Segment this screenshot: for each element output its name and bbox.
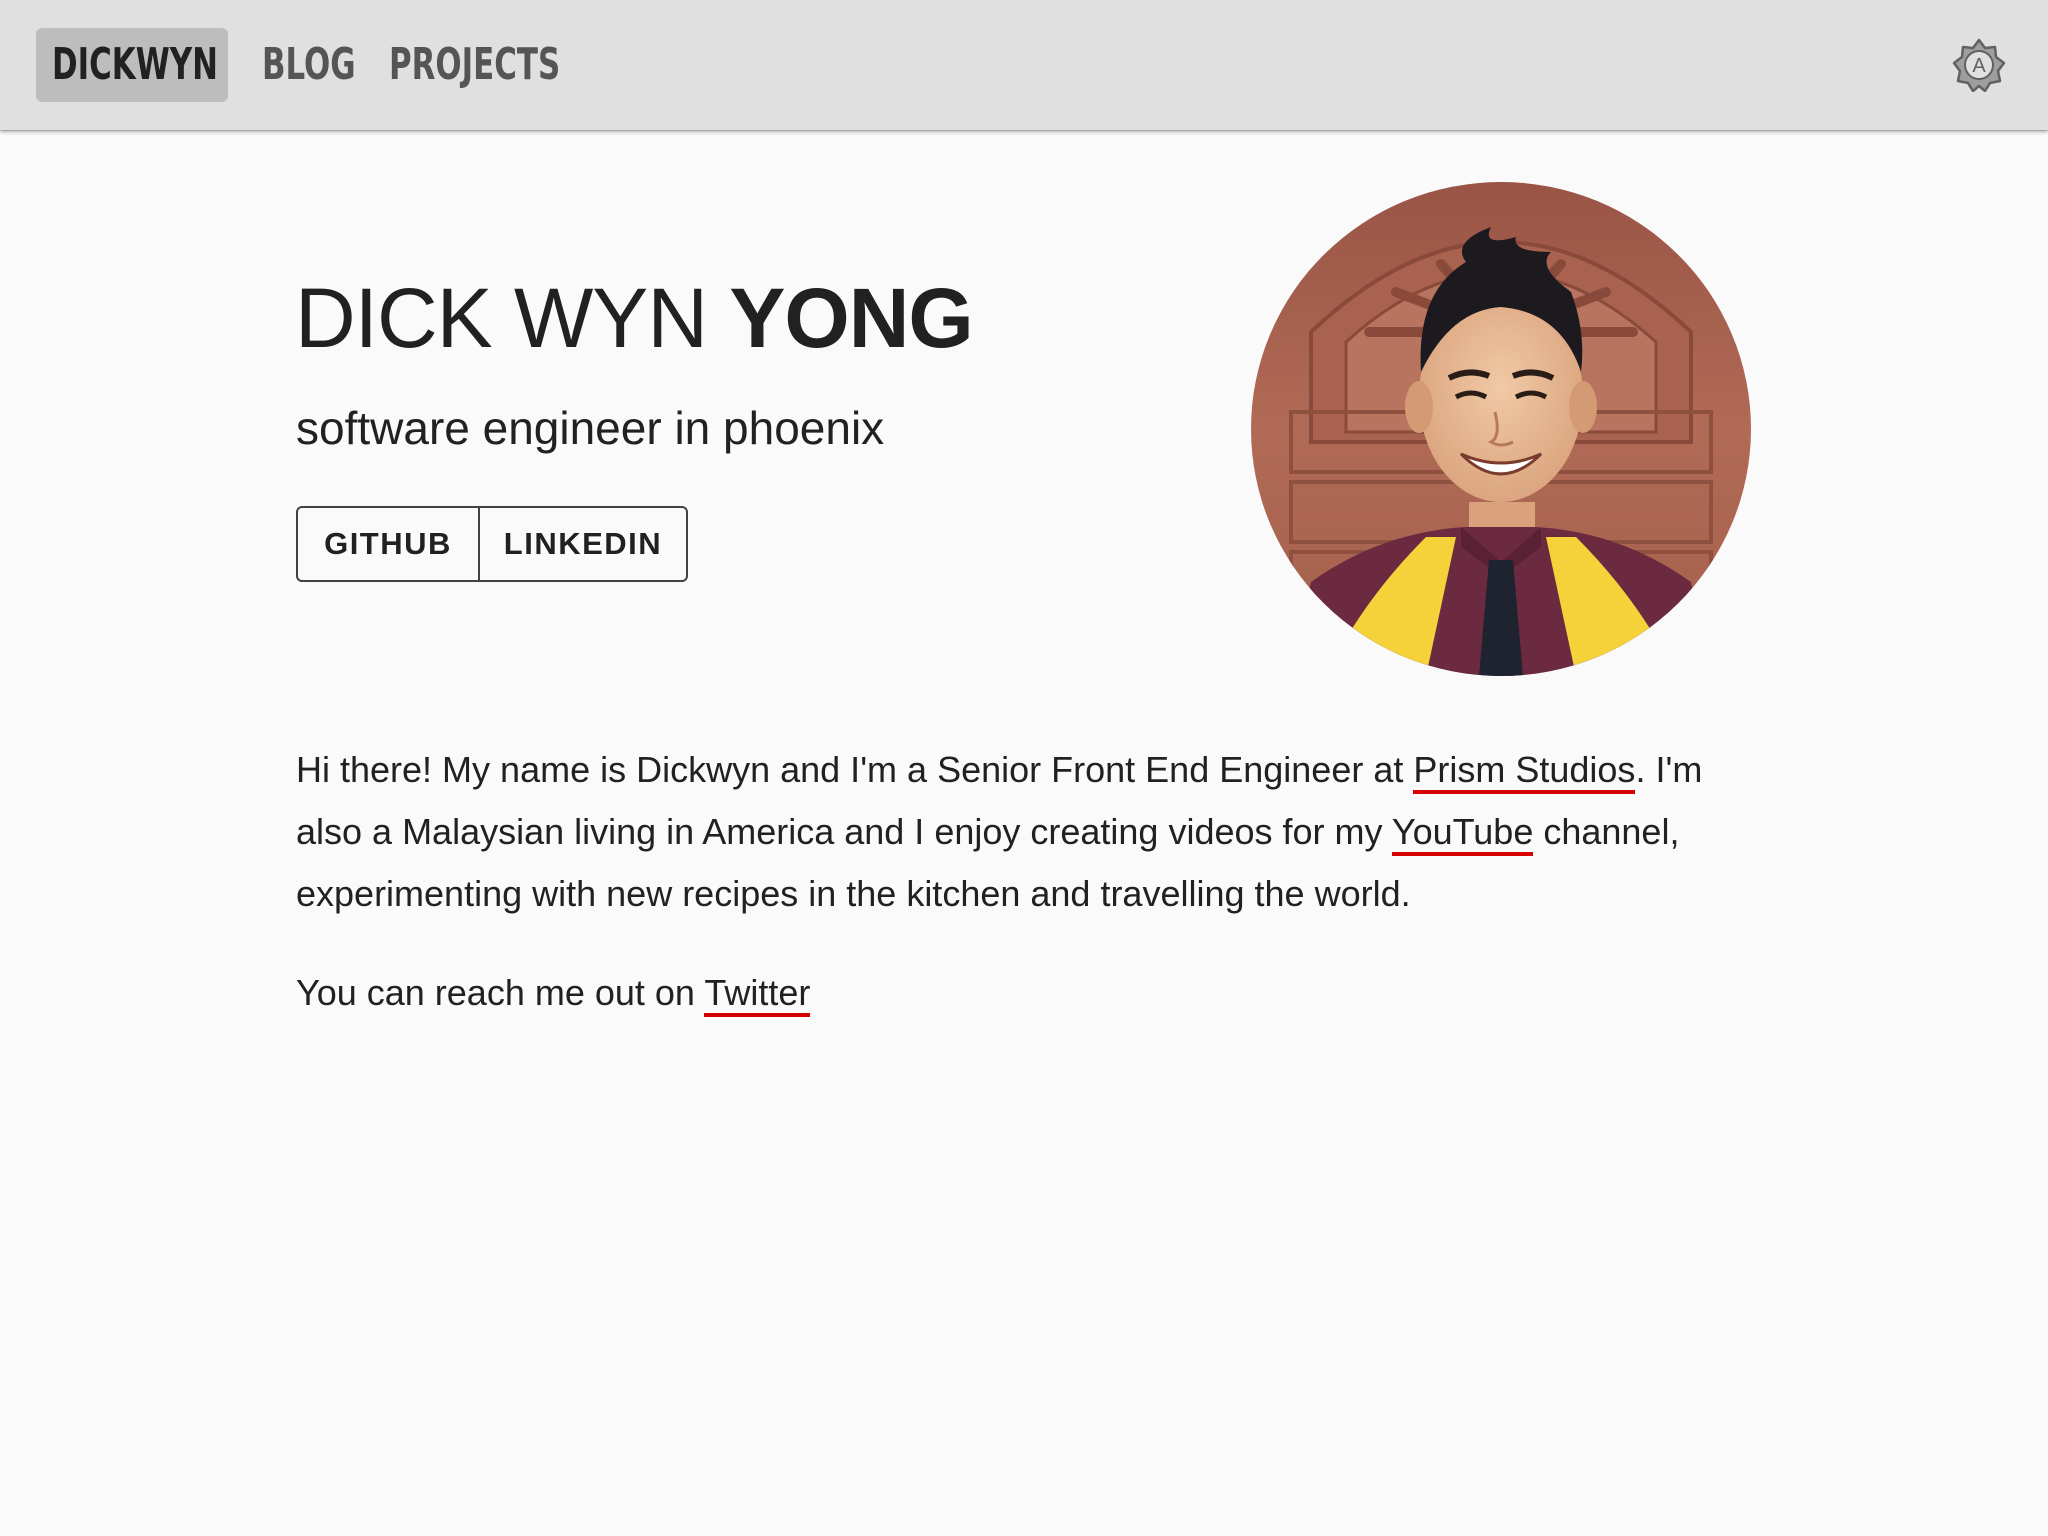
prism-studios-link[interactable]: Prism Studios <box>1413 749 1636 794</box>
github-button[interactable]: GITHUB <box>298 508 478 580</box>
last-name: YONG <box>729 271 973 365</box>
page-title: DICK WYN YONG <box>295 268 974 368</box>
nav-link-blog[interactable]: BLOG <box>262 28 356 102</box>
subtitle: software engineer in phoenix <box>296 402 885 454</box>
twitter-link[interactable]: Twitter <box>704 972 811 1017</box>
profile-photo <box>1251 182 1751 676</box>
linkedin-button[interactable]: LINKEDIN <box>478 508 686 580</box>
youtube-link[interactable]: YouTube <box>1391 811 1534 856</box>
social-button-group: GITHUB LINKEDIN <box>296 506 688 582</box>
top-navbar: DICKWYN BLOG PROJECTS A <box>0 0 2048 130</box>
contact-paragraph: You can reach me out on Twitter <box>296 962 811 1024</box>
nav-brand-link[interactable]: DICKWYN <box>52 28 218 102</box>
auto-theme-icon[interactable]: A <box>1952 38 2006 93</box>
svg-text:A: A <box>1972 55 1986 77</box>
contact-text: You can reach me out on <box>296 972 705 1013</box>
bio-paragraph: Hi there! My name is Dickwyn and I'm a S… <box>296 739 1766 925</box>
first-name: DICK WYN <box>295 271 708 365</box>
nav-link-projects[interactable]: PROJECTS <box>389 28 560 102</box>
bio-text-1: Hi there! My name is Dickwyn and I'm a S… <box>296 749 1414 790</box>
